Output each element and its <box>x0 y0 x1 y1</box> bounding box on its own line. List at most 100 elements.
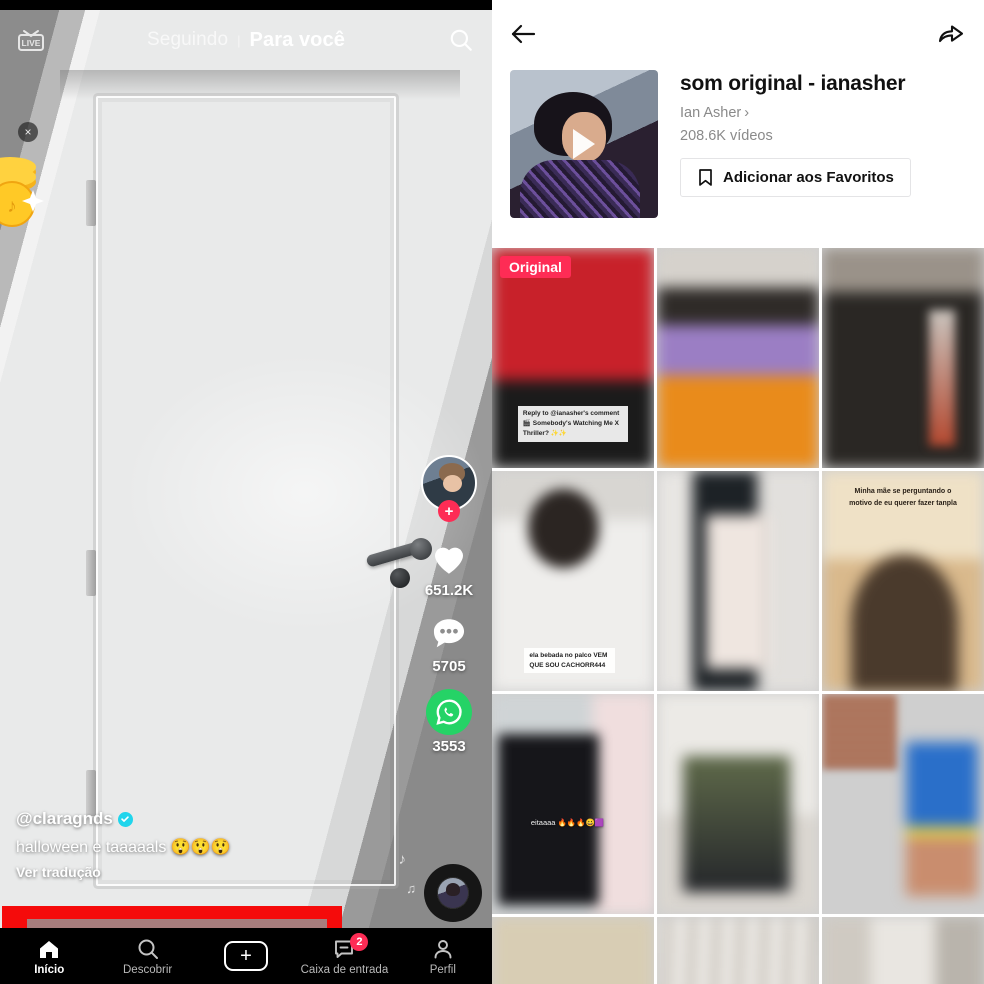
door-hinge-middle <box>86 550 96 596</box>
svg-text:♪: ♪ <box>7 196 17 217</box>
sound-detail-panel: som original - ianasher Ian Asher › 208.… <box>492 0 984 984</box>
play-icon[interactable] <box>573 129 595 159</box>
thumb-subject <box>682 755 790 892</box>
video-thumb[interactable] <box>822 248 984 468</box>
favorites-label: Adicionar aos Favoritos <box>723 169 894 186</box>
thumb-image <box>657 248 819 468</box>
tab-home-label: Início <box>34 963 65 976</box>
heart-icon <box>435 547 463 574</box>
verified-badge-icon <box>117 811 133 827</box>
chevron-right-icon: › <box>744 105 750 121</box>
share-button[interactable] <box>936 21 966 52</box>
thumb-image <box>492 917 654 984</box>
tab-inbox[interactable]: 2 Caixa de entrada <box>295 932 393 976</box>
person-icon <box>434 939 452 958</box>
feed-top-bar: LIVE Seguindo | Para você <box>0 10 492 70</box>
sound-artist-link[interactable]: Ian Asher › <box>680 105 966 121</box>
whatsapp-icon <box>426 689 472 735</box>
video-thumb[interactable] <box>657 694 819 914</box>
video-thumb[interactable]: Minha mãe se perguntando o motivo de eu … <box>822 471 984 691</box>
like-button[interactable]: 651.2K <box>425 537 473 599</box>
artist-name: Ian Asher <box>680 105 742 121</box>
video-count: 208.6K vídeos <box>680 128 773 144</box>
follow-button[interactable]: + <box>438 500 460 522</box>
sound-video-grid: Original Reply to @ianasher's comment 🎬 … <box>492 248 984 984</box>
thumb-caption: ela bebada no palco VEM QUE SOU CACHORR4… <box>524 647 616 674</box>
action-rail: + 651.2K 5705 3553 <box>412 455 486 769</box>
thumb-image <box>822 917 984 984</box>
tab-profile[interactable]: Perfil <box>394 937 492 976</box>
thumb-subject <box>906 742 978 897</box>
search-button[interactable] <box>444 23 478 57</box>
comment-icon <box>433 619 465 648</box>
sound-title: som original - ianasher <box>680 72 906 95</box>
create-plus-icon[interactable]: + <box>224 941 269 971</box>
comment-button[interactable]: 5705 <box>427 613 471 675</box>
video-thumb[interactable]: eitaaaa 🔥🔥🔥😀🟪 <box>492 694 654 914</box>
sound-header: som original - ianasher Ian Asher › 208.… <box>492 56 984 218</box>
tab-home[interactable]: Início <box>0 937 98 976</box>
thumb-image <box>822 248 984 468</box>
video-thumb[interactable] <box>657 471 819 691</box>
original-badge: Original <box>500 256 571 278</box>
share-whatsapp-button[interactable]: 3553 <box>426 689 472 755</box>
coin-stack-icon: ♪ <box>0 142 50 232</box>
coins-svg: ♪ <box>0 157 44 227</box>
tab-profile-label: Perfil <box>429 963 456 976</box>
app-screenshot: LIVE Seguindo | Para você × ♪ + 651.2K 5… <box>0 0 984 984</box>
like-count: 651.2K <box>424 582 474 599</box>
sound-top-bar <box>492 0 984 56</box>
author-username[interactable]: @claragnds <box>16 809 113 829</box>
author-row[interactable]: @claragnds <box>16 809 346 829</box>
tab-for-you[interactable]: Para você <box>250 29 345 52</box>
live-tv-icon: LIVE <box>18 30 44 51</box>
see-translation-link[interactable]: Ver tradução <box>16 864 346 880</box>
door-frame <box>96 96 396 886</box>
tab-discover-label: Descobrir <box>123 963 173 976</box>
live-button[interactable]: LIVE <box>14 24 48 56</box>
bookmark-icon <box>699 169 712 186</box>
bottom-tab-bar: Início Descobrir + 2 Caixa de entrada Pe… <box>0 928 492 984</box>
tab-following[interactable]: Seguindo <box>147 29 228 51</box>
tab-separator: | <box>237 32 241 48</box>
back-button[interactable] <box>510 22 538 51</box>
thumb-subject <box>527 488 599 568</box>
tab-discover[interactable]: Descobrir <box>98 937 196 976</box>
tab-inbox-label: Caixa de entrada <box>300 963 389 976</box>
thumb-image <box>657 917 819 984</box>
caption-text: halloween e taaaaals 😲😲😲 <box>16 839 231 856</box>
check-icon <box>121 816 130 822</box>
tab-create[interactable]: + <box>197 941 295 971</box>
video-thumb[interactable] <box>657 248 819 468</box>
add-to-favorites-button[interactable]: Adicionar aos Favoritos <box>680 158 911 197</box>
thumb-subject <box>705 515 771 669</box>
share-count: 3553 <box>432 738 466 755</box>
search-icon <box>450 29 472 51</box>
music-note-icon-1: ♪ <box>398 851 407 868</box>
spinning-record[interactable] <box>424 864 482 922</box>
video-thumb[interactable] <box>822 694 984 914</box>
share-arrow-icon <box>938 24 964 42</box>
back-arrow-icon <box>511 24 536 43</box>
sound-cover-art[interactable] <box>510 70 658 218</box>
thumb-prop <box>928 309 955 446</box>
thumb-caption: Reply to @ianasher's comment 🎬 Somebody'… <box>517 406 629 442</box>
door-lock-knob <box>390 568 410 588</box>
door-hinge-top <box>86 180 96 226</box>
author-avatar-wrap[interactable]: + <box>421 455 477 522</box>
video-thumb[interactable] <box>822 917 984 984</box>
video-thumb[interactable] <box>657 917 819 984</box>
video-thumb[interactable]: Original Reply to @ianasher's comment 🎬 … <box>492 248 654 468</box>
record-cover-image <box>438 878 468 908</box>
video-thumb[interactable]: ela bebada no palco VEM QUE SOU CACHORR4… <box>492 471 654 691</box>
thumb-caption: Minha mãe se perguntando o motivo de eu … <box>849 488 957 507</box>
home-icon <box>40 940 59 958</box>
thumb-brick <box>822 694 897 769</box>
tiktok-feed-panel: LIVE Seguindo | Para você × ♪ + 651.2K 5… <box>0 0 492 984</box>
sound-meta: som original - ianasher Ian Asher › 208.… <box>680 70 966 218</box>
video-thumb[interactable]: minha mãe achando que to namorando escon… <box>492 917 654 984</box>
svg-text:LIVE: LIVE <box>22 38 41 48</box>
search-icon <box>138 939 158 959</box>
whatsapp-glyph <box>436 699 462 725</box>
close-icon[interactable]: × <box>18 122 38 142</box>
